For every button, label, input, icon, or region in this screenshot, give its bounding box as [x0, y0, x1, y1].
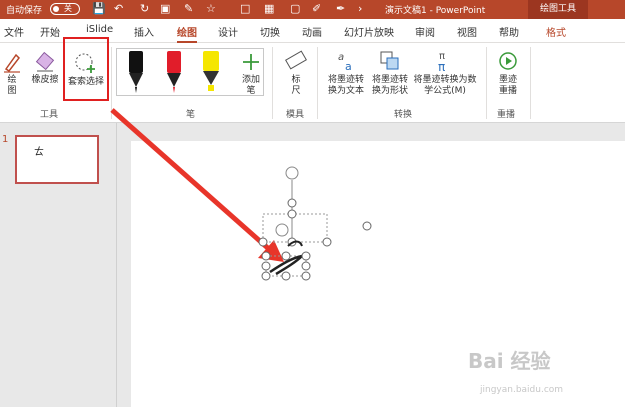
- tab-home[interactable]: 开始: [40, 24, 60, 39]
- red-pen-icon[interactable]: [167, 51, 181, 93]
- redo-icon[interactable]: ↻: [140, 2, 149, 16]
- ink-to-shape-label: 将墨迹转 换为形状: [371, 75, 408, 96]
- add-pen-label: 添加 笔: [241, 75, 260, 96]
- tab-format[interactable]: 格式: [546, 24, 566, 39]
- autosave-label: 自动保存: [6, 6, 43, 16]
- grid-icon[interactable]: ▦: [264, 2, 274, 16]
- eraser-button-label: 橡皮擦: [31, 75, 59, 85]
- ink-to-math-icon: ππ: [438, 51, 445, 73]
- tab-help[interactable]: 帮助: [499, 24, 519, 39]
- tab-animations[interactable]: 动画: [302, 24, 322, 39]
- ink-to-text-button[interactable]: aa 将墨迹转 换为文本: [324, 49, 368, 97]
- undo-icon[interactable]: ↶: [114, 2, 123, 16]
- separator: [111, 47, 112, 119]
- ink-to-shape-button[interactable]: 将墨迹转 换为形状: [368, 49, 412, 97]
- replay-icon: [499, 52, 517, 70]
- ink-to-shape-icon: [380, 51, 399, 70]
- draw-button[interactable]: 绘 图: [0, 51, 24, 97]
- slide-number: 1: [2, 134, 9, 145]
- ruler-icon: [285, 50, 307, 70]
- slide-canvas[interactable]: [131, 141, 625, 407]
- group-label-stencils: 模具: [286, 110, 305, 120]
- panel-divider[interactable]: [116, 123, 117, 407]
- ink-to-text-icon: aa: [338, 52, 352, 73]
- brush-icon[interactable]: ✒: [336, 2, 345, 16]
- eraser-icon: [35, 51, 55, 72]
- tab-insert[interactable]: 插入: [134, 24, 154, 39]
- group-label-convert: 转换: [394, 110, 413, 120]
- ink-replay-button[interactable]: 墨迹 重播: [493, 49, 523, 97]
- tab-slideshow[interactable]: 幻灯片放映: [344, 24, 394, 39]
- ink-to-math-label: 将墨迹转换为数 学公式(M): [413, 75, 477, 96]
- draw-pen-icon: [4, 53, 20, 73]
- thumbnail-ink-glyph: ㄊ: [34, 147, 44, 158]
- autosave-toggle[interactable]: 关: [50, 3, 80, 15]
- tab-transitions[interactable]: 切换: [260, 24, 280, 39]
- pen-icon[interactable]: ✐: [312, 2, 321, 16]
- tab-view[interactable]: 视图: [457, 24, 477, 39]
- eraser-button[interactable]: 橡皮擦: [28, 51, 62, 86]
- tab-review[interactable]: 审阅: [415, 24, 435, 39]
- separator: [486, 47, 487, 119]
- window-icon[interactable]: ▢: [290, 2, 300, 16]
- ruler-button[interactable]: 标 尺: [282, 49, 310, 97]
- svg-text:a: a: [345, 60, 352, 73]
- drawing-tools-context: 绘图工具: [528, 0, 588, 19]
- save-icon[interactable]: 💾: [92, 2, 106, 16]
- separator: [530, 47, 531, 119]
- tab-file[interactable]: 文件: [4, 24, 24, 39]
- star-icon[interactable]: ☆: [206, 2, 216, 16]
- title-bar: 自动保存 关 💾 ↶ ↻ ▣ ✎ ☆ □ ▦ ▢ ✐ ✒ › 演示文稿1 - P…: [0, 0, 625, 19]
- tab-islide[interactable]: iSlide: [86, 24, 113, 35]
- watermark-logo: Bai 经验: [468, 349, 551, 373]
- slide-thumbnails-panel: 1 ㄊ: [0, 123, 116, 407]
- separator: [317, 47, 318, 119]
- separator: [272, 47, 273, 119]
- group-label-tools: 工具: [40, 110, 59, 120]
- add-pen-button[interactable]: 添加 笔: [238, 51, 264, 97]
- more-icon[interactable]: ›: [358, 2, 362, 16]
- slide-thumbnail[interactable]: ㄊ: [15, 135, 99, 184]
- ruler-label: 标 尺: [291, 75, 301, 96]
- plus-icon: [243, 54, 259, 70]
- shape-icon[interactable]: □: [240, 2, 250, 16]
- ink-replay-label: 墨迹 重播: [498, 75, 517, 96]
- document-title: 演示文稿1 - PowerPoint: [385, 6, 486, 16]
- watermark-url: jingyan.baidu.com: [480, 385, 564, 395]
- highlight-box: [63, 37, 109, 101]
- ink-to-math-button[interactable]: ππ 将墨迹转换为数 学公式(M): [412, 49, 478, 97]
- yellow-highlighter-icon[interactable]: [203, 51, 219, 91]
- black-pen-icon[interactable]: [129, 51, 143, 93]
- svg-text:a: a: [338, 52, 344, 63]
- tab-design[interactable]: 设计: [218, 24, 238, 39]
- ink-icon[interactable]: ✎: [184, 2, 193, 16]
- group-label-pens: 笔: [186, 110, 196, 120]
- group-label-replay: 重播: [497, 110, 516, 120]
- start-slideshow-icon[interactable]: ▣: [160, 2, 170, 16]
- ink-to-text-label: 将墨迹转 换为文本: [327, 75, 364, 96]
- svg-text:π: π: [438, 60, 445, 73]
- draw-button-label: 绘 图: [7, 75, 17, 96]
- tab-draw[interactable]: 绘图: [177, 24, 197, 43]
